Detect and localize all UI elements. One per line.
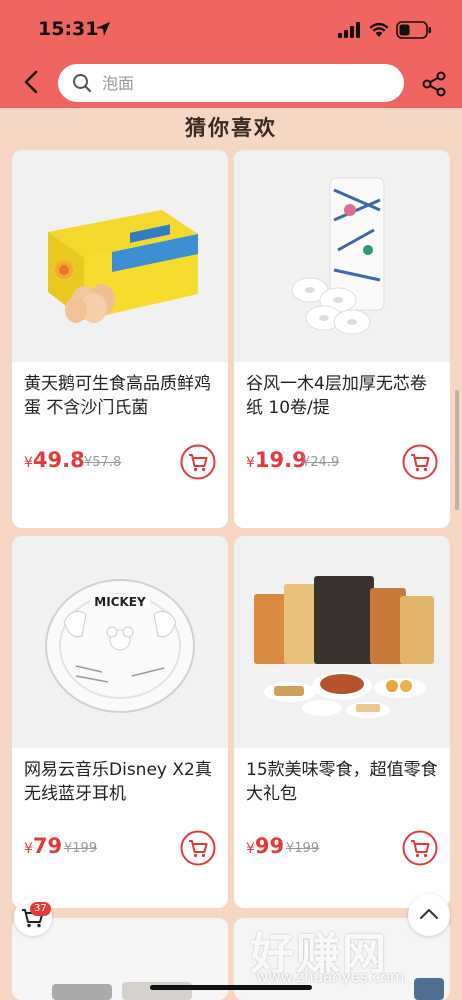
product-name: 网易云音乐Disney X2真无线蓝牙耳机: [24, 760, 212, 804]
product-card[interactable]: MICKEY 网易云音乐Disney X2真无线蓝牙耳机 ¥79 ¥199: [12, 536, 228, 908]
cart-count-badge: 37: [30, 902, 51, 916]
product-original-price: ¥24.9: [302, 455, 340, 470]
add-to-cart-icon[interactable]: [180, 830, 216, 866]
product-name: 15款美味零食，超值零食大礼包: [246, 760, 438, 804]
svg-text:MICKEY: MICKEY: [94, 595, 146, 609]
product-image-earbuds: MICKEY: [12, 536, 228, 748]
product-name: 黄天鹅可生食高品质鲜鸡蛋 不含沙门氏菌: [24, 374, 211, 418]
home-indicator[interactable]: [150, 985, 312, 990]
status-bar: 15:31: [0, 0, 462, 60]
search-box[interactable]: [58, 64, 404, 102]
product-image-toilet-paper: [234, 150, 450, 362]
product-price: ¥49.8: [24, 448, 85, 472]
product-price: ¥19.9: [246, 448, 307, 472]
search-input[interactable]: [102, 64, 392, 102]
add-to-cart-icon[interactable]: [402, 444, 438, 480]
wifi-icon: [369, 22, 389, 37]
scrollbar[interactable]: [455, 390, 459, 510]
watermark-url: www.zhuanyes.com: [256, 968, 405, 986]
product-price: ¥79: [24, 834, 63, 858]
location-arrow-icon: [96, 22, 110, 36]
product-original-price: ¥199: [286, 841, 320, 856]
product-card[interactable]: 15款美味零食，超值零食大礼包 ¥99 ¥199: [234, 536, 450, 908]
product-price: ¥99: [246, 834, 285, 858]
back-to-top-icon[interactable]: [408, 894, 450, 936]
share-icon[interactable]: [420, 70, 448, 98]
add-to-cart-icon[interactable]: [402, 830, 438, 866]
cellular-signal-icon: [338, 22, 360, 38]
product-original-price: ¥199: [64, 841, 98, 856]
search-icon: [73, 74, 92, 93]
product-name: 谷风一木4层加厚无芯卷纸 10卷/提: [246, 374, 427, 418]
status-time: 15:31: [38, 18, 99, 40]
add-to-cart-icon[interactable]: [180, 444, 216, 480]
product-card[interactable]: 黄天鹅可生食高品质鲜鸡蛋 不含沙门氏菌 ¥49.8 ¥57.8: [12, 150, 228, 528]
battery-icon: [396, 21, 431, 39]
product-image-eggs: [12, 150, 228, 362]
top-bar: 15:31: [0, 0, 462, 108]
section-title-guess-you-like: 猜你喜欢: [185, 116, 277, 140]
product-original-price: ¥57.8: [84, 455, 122, 470]
back-chevron-icon[interactable]: [18, 66, 46, 98]
product-card[interactable]: 谷风一木4层加厚无芯卷纸 10卷/提 ¥19.9 ¥24.9: [234, 150, 450, 528]
product-image-snacks: [234, 536, 450, 748]
